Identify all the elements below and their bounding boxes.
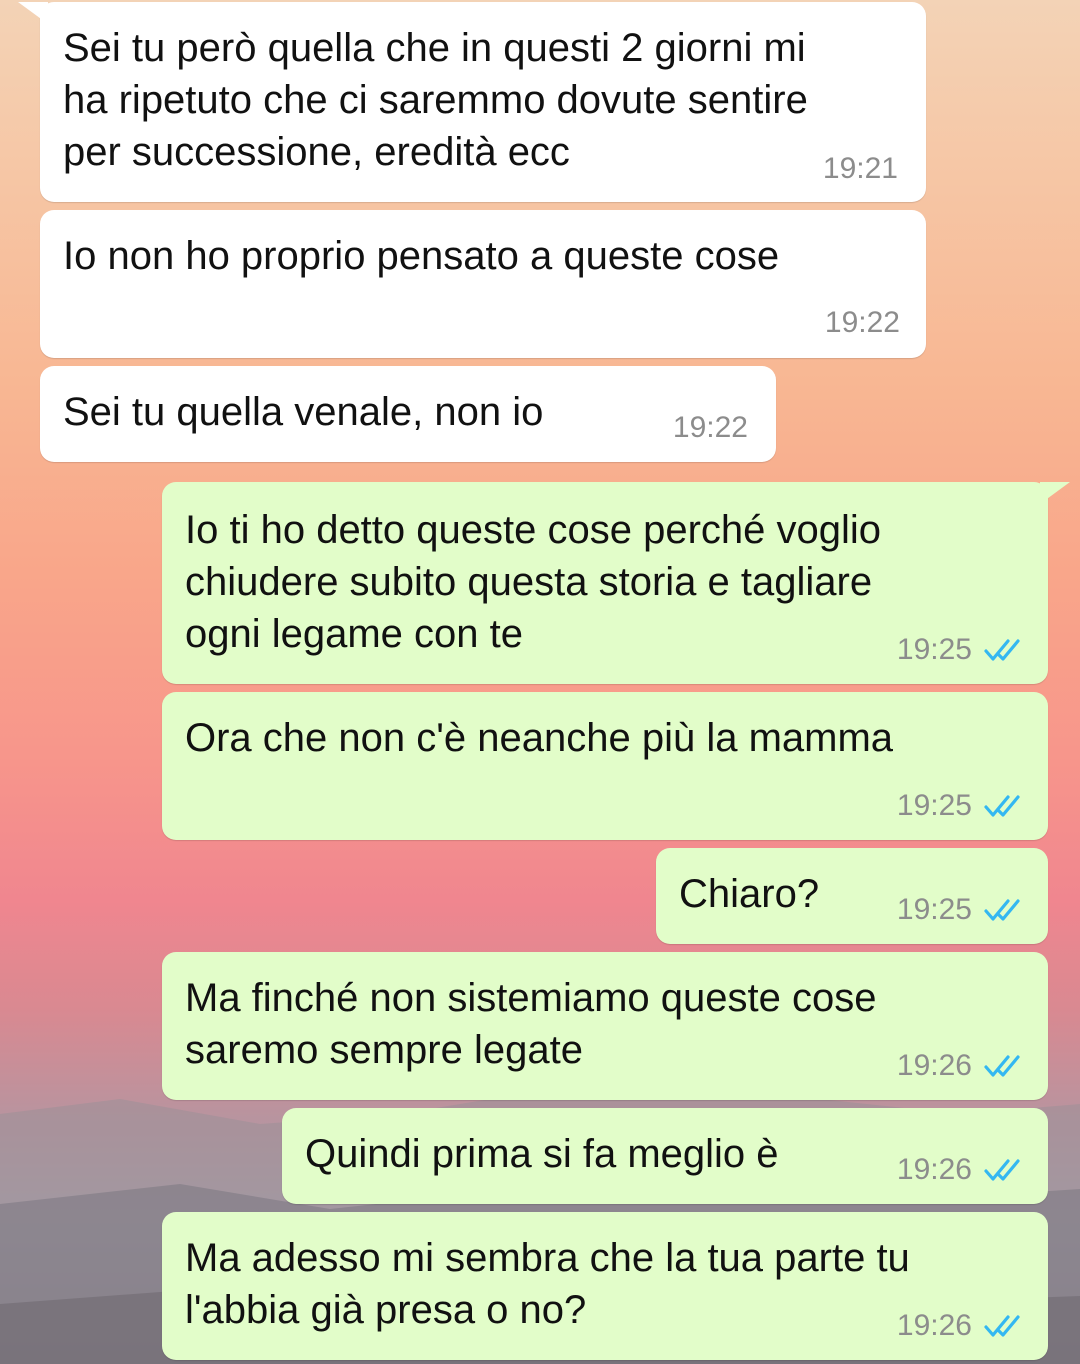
- message-text: Sei tu però quella che in questi 2 giorn…: [63, 26, 808, 174]
- bubble-tail: [18, 2, 48, 24]
- message-time: 19:21: [822, 152, 898, 185]
- message-text: Chiaro?: [679, 872, 820, 916]
- message-text: Io non ho proprio pensato a queste cose: [63, 234, 780, 278]
- message-time: 19:25: [896, 789, 972, 822]
- outgoing-message[interactable]: Io ti ho detto queste cose perché voglio…: [162, 482, 1048, 684]
- message-meta: 19:21: [823, 152, 898, 186]
- message-list[interactable]: Sei tu però quella che in questi 2 giorn…: [0, 0, 1080, 1364]
- outgoing-message[interactable]: Ma adesso mi sembra che la tua parte tu …: [162, 1212, 1048, 1360]
- double-check-read-icon: [984, 1315, 1020, 1337]
- message-text: Quindi prima si fa meglio è: [305, 1132, 779, 1176]
- outgoing-message[interactable]: Quindi prima si fa meglio è 19:26: [282, 1108, 1048, 1204]
- message-meta: 19:22: [825, 306, 900, 340]
- incoming-message[interactable]: Sei tu quella venale, non io 19:22: [40, 366, 776, 462]
- message-meta: 19:25: [897, 789, 1024, 823]
- message-meta: 19:25: [897, 893, 1024, 927]
- message-time: 19:25: [896, 893, 972, 926]
- message-time: 19:25: [896, 633, 972, 666]
- message-meta: 19:22: [673, 411, 748, 445]
- incoming-message[interactable]: Sei tu però quella che in questi 2 giorn…: [40, 2, 926, 202]
- double-check-read-icon: [984, 1055, 1020, 1077]
- incoming-message[interactable]: Io non ho proprio pensato a queste cose …: [40, 210, 926, 358]
- message-time: 19:26: [896, 1153, 972, 1186]
- message-time: 19:22: [824, 306, 900, 339]
- message-meta: 19:26: [897, 1309, 1024, 1343]
- message-meta: 19:25: [897, 633, 1024, 667]
- message-text: Sei tu quella venale, non io: [63, 390, 544, 434]
- message-meta: 19:26: [897, 1153, 1024, 1187]
- outgoing-message[interactable]: Ma finché non sistemiamo queste cose sar…: [162, 952, 1048, 1100]
- double-check-read-icon: [984, 899, 1020, 921]
- outgoing-message[interactable]: Chiaro? 19:25: [656, 848, 1048, 944]
- message-time: 19:26: [896, 1309, 972, 1342]
- double-check-read-icon: [984, 639, 1020, 661]
- message-time: 19:22: [672, 411, 748, 444]
- outgoing-message[interactable]: Ora che non c'è neanche più la mamma 19:…: [162, 692, 1048, 840]
- message-meta: 19:26: [897, 1049, 1024, 1083]
- double-check-read-icon: [984, 795, 1020, 817]
- message-text: Ora che non c'è neanche più la mamma: [185, 716, 894, 760]
- message-time: 19:26: [896, 1049, 972, 1082]
- double-check-read-icon: [984, 1159, 1020, 1181]
- bubble-tail: [1040, 482, 1070, 504]
